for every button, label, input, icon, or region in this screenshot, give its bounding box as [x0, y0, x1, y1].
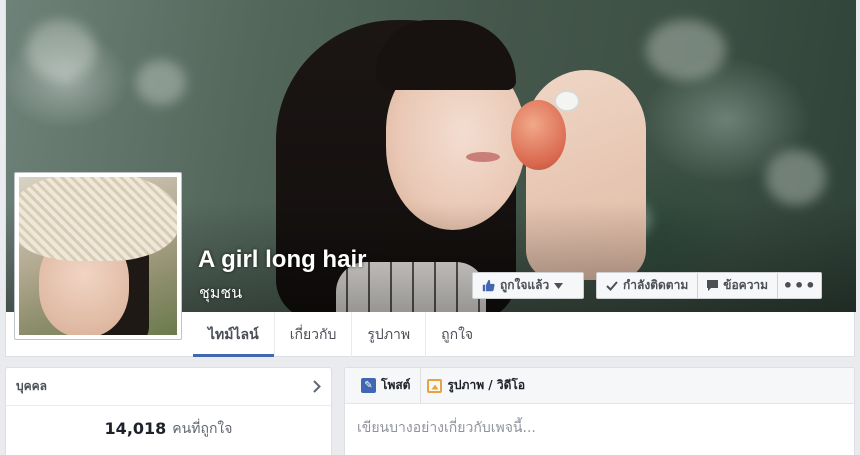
caret-down-icon: [554, 282, 564, 289]
composer-tab-post-label: โพสต์: [381, 378, 411, 392]
speech-bubble-icon: [707, 279, 719, 291]
composer-tab-photo-label: รูปภาพ / วิดีโอ: [447, 378, 526, 392]
page-tabs: ไทม์ไลน์ เกี่ยวกับ รูปภาพ ถูกใจ: [193, 312, 488, 357]
tab-about[interactable]: เกี่ยวกับ: [275, 312, 353, 357]
following-label: กำลังติดตาม: [623, 278, 689, 292]
composer-input[interactable]: เขียนบางอย่างเกี่ยวกับเพจนี้...: [345, 404, 854, 452]
chevron-right-icon: [313, 380, 321, 393]
more-options-button[interactable]: •••: [778, 272, 823, 299]
message-label: ข้อความ: [723, 278, 769, 292]
likes-text[interactable]: คนที่ถูกใจ: [172, 418, 232, 440]
photo-icon: [427, 378, 443, 393]
tab-likes[interactable]: ถูกใจ: [426, 312, 488, 357]
composer-tab-photo-video[interactable]: รูปภาพ / วิดีโอ: [420, 367, 531, 404]
liked-button[interactable]: ถูกใจแล้ว: [472, 272, 584, 299]
page-title[interactable]: A girl long hair: [198, 246, 366, 274]
following-button[interactable]: กำลังติดตาม: [596, 272, 699, 299]
likes-summary: 14,018 คนที่ถูกใจ: [6, 406, 331, 451]
page-category[interactable]: ชุมชน: [199, 281, 242, 306]
tab-timeline[interactable]: ไทม์ไลน์: [193, 312, 275, 357]
checkmark-icon: [606, 280, 618, 291]
thumbs-up-icon: [482, 279, 495, 292]
message-button[interactable]: ข้อความ: [698, 272, 779, 299]
people-card: บุคคล 14,018 คนที่ถูกใจ: [5, 367, 332, 455]
profile-picture-frame[interactable]: [14, 172, 182, 340]
pencil-icon: ✎: [361, 378, 376, 393]
page-action-group: กำลังติดตาม ข้อความ •••: [596, 272, 823, 299]
liked-label: ถูกใจแล้ว: [500, 278, 550, 292]
people-card-title: บุคคล: [16, 379, 48, 393]
people-card-header[interactable]: บุคคล: [6, 368, 331, 406]
composer-tab-post[interactable]: ✎ โพสต์: [355, 368, 416, 404]
composer-tabs: ✎ โพสต์ รูปภาพ / วิดีโอ: [345, 367, 854, 404]
likes-count: 14,018: [104, 419, 167, 438]
profile-picture[interactable]: [19, 177, 177, 335]
post-composer: ✎ โพสต์ รูปภาพ / วิดีโอ เขียนบางอย่างเกี…: [344, 367, 855, 455]
tab-photos[interactable]: รูปภาพ: [352, 312, 427, 357]
